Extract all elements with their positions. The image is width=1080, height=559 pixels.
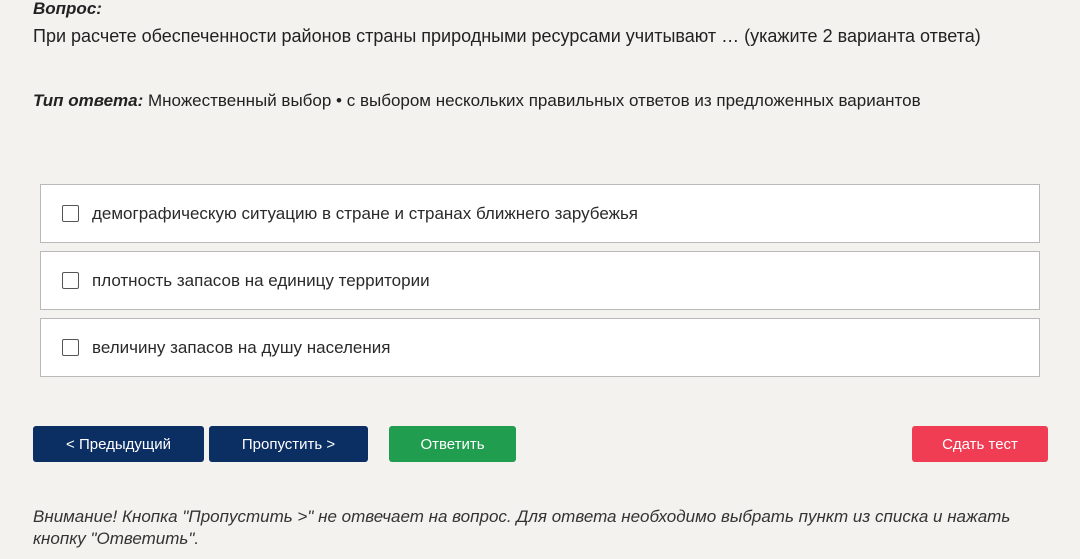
option-checkbox[interactable]	[62, 205, 79, 222]
question-heading: Вопрос:	[33, 0, 102, 18]
previous-button[interactable]: < Предыдущий	[33, 426, 204, 462]
option-checkbox[interactable]	[62, 272, 79, 289]
submit-test-button[interactable]: Сдать тест	[912, 426, 1048, 462]
answer-type-value: Множественный выбор • с выбором нескольк…	[148, 91, 921, 110]
notice-text: Внимание! Кнопка "Пропустить >" не отвеч…	[33, 507, 1011, 548]
answer-type-label: Тип ответа:	[33, 91, 144, 110]
answer-option[interactable]: величину запасов на душу населения	[40, 318, 1040, 377]
answer-option[interactable]: плотность запасов на единицу территории	[40, 251, 1040, 310]
answer-option[interactable]: демографическую ситуацию в стране и стра…	[40, 184, 1040, 243]
option-label: демографическую ситуацию в стране и стра…	[92, 203, 639, 223]
option-label: плотность запасов на единицу территории	[92, 270, 430, 290]
answer-button[interactable]: Ответить	[389, 426, 516, 462]
answer-type: Тип ответа: Множественный выбор • с выбо…	[33, 91, 921, 111]
option-checkbox[interactable]	[62, 339, 79, 356]
skip-button[interactable]: Пропустить >	[209, 426, 368, 462]
option-label: величину запасов на душу населения	[92, 337, 391, 357]
answer-options: демографическую ситуацию в стране и стра…	[40, 184, 1040, 385]
question-text: При расчете обеспеченности районов стран…	[33, 26, 981, 46]
test-page: Вопрос: При расчете обеспеченности район…	[0, 0, 1080, 559]
